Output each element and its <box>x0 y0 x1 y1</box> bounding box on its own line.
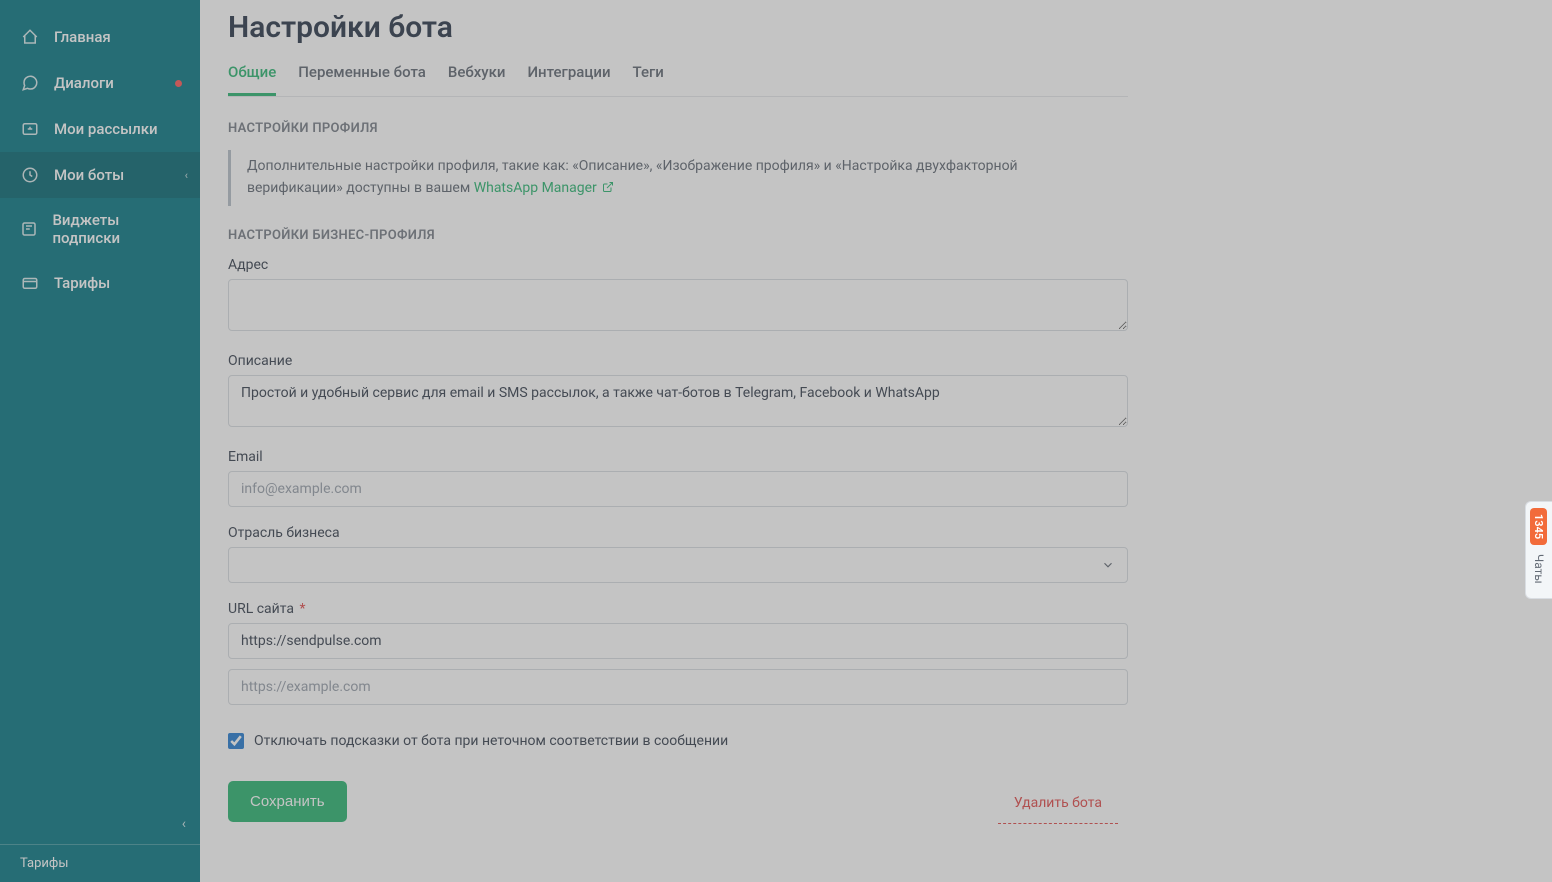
profile-section-title: НАСТРОЙКИ ПРОФИЛЯ <box>228 121 1128 136</box>
address-label: Адрес <box>228 257 1128 273</box>
sidebar-item-dialogs[interactable]: Диалоги <box>0 60 200 106</box>
sidebar-item-bots[interactable]: Мои боты ‹ <box>0 152 200 198</box>
disable-hints-checkbox[interactable] <box>228 733 244 749</box>
tab-variables[interactable]: Переменные бота <box>298 53 426 96</box>
footer-actions: Сохранить Удалить бота <box>228 781 1128 822</box>
disable-hints-row: Отключать подсказки от бота при неточном… <box>228 733 1128 749</box>
bot-icon <box>20 165 40 185</box>
whatsapp-manager-link[interactable]: WhatsApp Manager <box>474 180 615 196</box>
sidebar-label: Мои рассылки <box>54 120 158 138</box>
card-icon <box>20 273 40 293</box>
sidebar-item-tariffs[interactable]: Тарифы <box>0 260 200 306</box>
main-content: Настройки бота Общие Переменные бота Веб… <box>200 0 1552 882</box>
delete-wrapper: Удалить бота <box>988 782 1128 821</box>
sidebar-label: Главная <box>54 28 111 46</box>
external-link-icon <box>602 179 614 201</box>
delete-bot-link[interactable]: Удалить бота <box>998 783 1118 824</box>
tab-general[interactable]: Общие <box>228 53 276 96</box>
sidebar-item-widgets[interactable]: Виджеты подписки <box>0 198 200 260</box>
notification-dot-icon <box>175 80 182 87</box>
email-input[interactable] <box>228 471 1128 507</box>
save-button[interactable]: Сохранить <box>228 781 347 822</box>
tab-integrations[interactable]: Интеграции <box>527 53 610 96</box>
sidebar-items: Главная Диалоги Мои рассылки Мои боты ‹ <box>0 0 200 816</box>
industry-label: Отрасль бизнеса <box>228 525 1128 541</box>
sidebar-item-campaigns[interactable]: Мои рассылки <box>0 106 200 152</box>
sidebar-label: Диалоги <box>54 74 114 92</box>
sidebar-item-home[interactable]: Главная <box>0 14 200 60</box>
chat-count-badge: 1345 <box>1530 508 1547 545</box>
info-text: Дополнительные настройки профиля, такие … <box>247 158 1018 196</box>
form-group-industry: Отрасль бизнеса <box>228 525 1128 583</box>
url-input[interactable] <box>228 623 1128 659</box>
description-label: Описание <box>228 353 1128 369</box>
sidebar-footer-tariffs[interactable]: Тарифы <box>0 844 200 882</box>
chevron-left-icon: ‹ <box>185 169 188 182</box>
form-group-url: URL сайта * <box>228 601 1128 705</box>
sidebar-collapse-button[interactable]: ‹ <box>0 816 200 844</box>
tab-tags[interactable]: Теги <box>633 53 664 96</box>
url-input-extra[interactable] <box>228 669 1128 705</box>
chevron-left-icon: ‹ <box>182 816 186 832</box>
form-group-address: Адрес <box>228 257 1128 335</box>
form-group-email: Email <box>228 449 1128 507</box>
checkbox-label: Отключать подсказки от бота при неточном… <box>254 733 728 749</box>
required-marker-icon: * <box>299 601 305 617</box>
profile-info-box: Дополнительные настройки профиля, такие … <box>228 150 1128 206</box>
send-icon <box>20 119 40 139</box>
tabs: Общие Переменные бота Вебхуки Интеграции… <box>228 53 1128 97</box>
chat-widget[interactable]: 1345 Чаты <box>1525 501 1552 599</box>
form-group-description: Описание <box>228 353 1128 431</box>
tab-webhooks[interactable]: Вебхуки <box>448 53 506 96</box>
sidebar-label: Виджеты подписки <box>52 211 180 247</box>
email-label: Email <box>228 449 1128 465</box>
sidebar-label: Мои боты <box>54 166 124 184</box>
sidebar-label: Тарифы <box>54 274 110 292</box>
sidebar: Главная Диалоги Мои рассылки Мои боты ‹ <box>0 0 200 882</box>
home-icon <box>20 27 40 47</box>
business-section-title: НАСТРОЙКИ БИЗНЕС-ПРОФИЛЯ <box>228 228 1128 243</box>
address-input[interactable] <box>228 279 1128 331</box>
widget-icon <box>20 219 38 239</box>
chat-icon <box>20 73 40 93</box>
page-title: Настройки бота <box>228 10 1128 45</box>
description-input[interactable] <box>228 375 1128 427</box>
chat-widget-label: Чаты <box>1532 554 1546 584</box>
industry-select[interactable] <box>228 547 1128 583</box>
url-label: URL сайта * <box>228 601 1128 617</box>
